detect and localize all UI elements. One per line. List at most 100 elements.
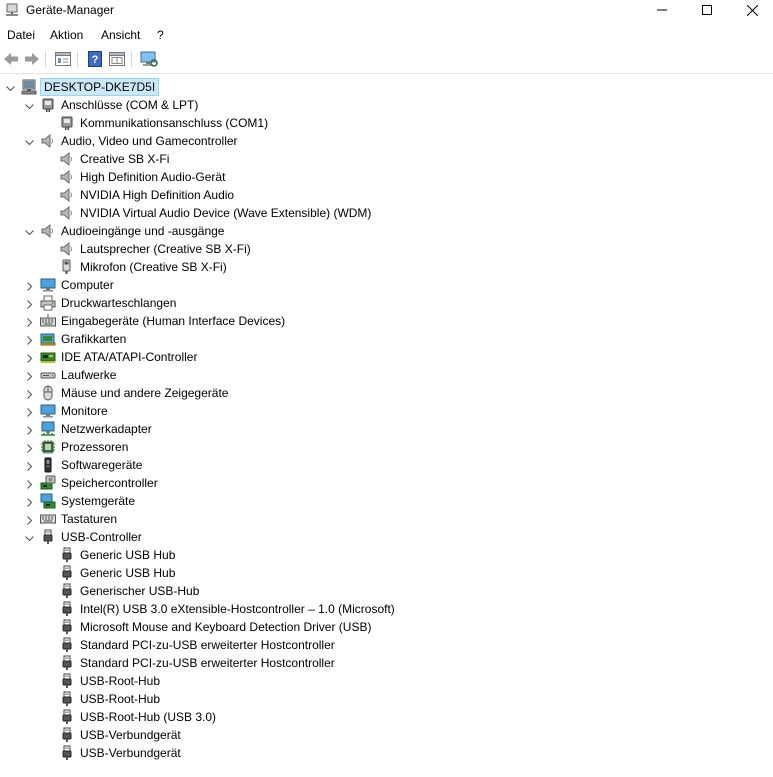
tree-category-item[interactable]: Eingabegeräte (Human Interface Devices)	[0, 312, 773, 330]
monitor-icon	[40, 277, 56, 293]
chevron-right-icon[interactable]	[25, 406, 34, 417]
close-button[interactable]	[729, 0, 773, 20]
device-label: USB-Verbundgerät	[80, 728, 181, 742]
tree-category-item[interactable]: Audio, Video und Gamecontroller	[0, 132, 773, 150]
tree-device-item[interactable]: Generic USB Hub	[0, 564, 773, 582]
tree-device-item[interactable]: NVIDIA Virtual Audio Device (Wave Extens…	[0, 204, 773, 222]
action-pane-button[interactable]	[108, 50, 126, 68]
chevron-down-icon[interactable]	[6, 82, 15, 92]
help-book-icon: ?	[88, 51, 102, 67]
tree-device-item[interactable]: Intel(R) USB 3.0 eXtensible-Hostcontroll…	[0, 600, 773, 618]
microphone-icon	[59, 259, 75, 275]
category-label: Laufwerke	[61, 368, 117, 382]
chevron-right-icon[interactable]	[25, 496, 34, 507]
tree-device-item[interactable]: Standard PCI-zu-USB erweiterter Hostcont…	[0, 654, 773, 672]
tree-category-item[interactable]: Tastaturen	[0, 510, 773, 528]
tree-device-item[interactable]: USB-Root-Hub	[0, 672, 773, 690]
computer-root-icon	[21, 79, 37, 95]
speaker-icon	[59, 187, 75, 203]
tree-device-item[interactable]: Standard PCI-zu-USB erweiterter Hostcont…	[0, 636, 773, 654]
usb-icon	[59, 727, 75, 743]
tree-category-item[interactable]: Speichercontroller	[0, 474, 773, 492]
tree-device-item[interactable]: High Definition Audio-Gerät	[0, 168, 773, 186]
tree-category-item[interactable]: Systemgeräte	[0, 492, 773, 510]
chevron-down-icon[interactable]	[25, 226, 34, 236]
forward-button[interactable]	[23, 50, 41, 68]
toolbar-separator	[131, 51, 132, 67]
toolbar: ?	[0, 48, 773, 72]
chevron-right-icon[interactable]	[25, 424, 34, 435]
tree-device-item[interactable]: Mikrofon (Creative SB X-Fi)	[0, 258, 773, 276]
tree-device-item[interactable]: Kommunikationsanschluss (COM1)	[0, 114, 773, 132]
tree-device-item[interactable]: NVIDIA High Definition Audio	[0, 186, 773, 204]
speaker-icon	[59, 169, 75, 185]
chevron-right-icon[interactable]	[25, 280, 34, 291]
chevron-right-icon[interactable]	[25, 514, 34, 525]
tree-device-item[interactable]: USB-Root-Hub	[0, 690, 773, 708]
device-label: Generischer USB-Hub	[80, 584, 200, 598]
tree-category-item[interactable]: Laufwerke	[0, 366, 773, 384]
category-label: USB-Controller	[61, 530, 142, 544]
tree-device-item[interactable]: Microsoft Mouse and Keyboard Detection D…	[0, 618, 773, 636]
menu-datei[interactable]: Datei	[7, 28, 35, 42]
category-label: Computer	[61, 278, 114, 292]
device-label: Kommunikationsanschluss (COM1)	[80, 116, 269, 130]
tree-category-item[interactable]: Anschlüsse (COM & LPT)	[0, 96, 773, 114]
chevron-right-icon[interactable]	[25, 442, 34, 453]
tree-category-item[interactable]: Computer	[0, 276, 773, 294]
svg-text:?: ?	[92, 54, 99, 66]
chevron-down-icon[interactable]	[25, 136, 34, 146]
help-button[interactable]: ?	[86, 50, 104, 68]
tree-device-item[interactable]: Lautsprecher (Creative SB X-Fi)	[0, 240, 773, 258]
monitor-icon	[40, 403, 56, 419]
chevron-down-icon[interactable]	[25, 100, 34, 110]
category-label: Mäuse und andere Zeigegeräte	[61, 386, 229, 400]
tree-device-item[interactable]: USB-Root-Hub (USB 3.0)	[0, 708, 773, 726]
tree-device-item[interactable]: USB-Verbundgerät	[0, 726, 773, 744]
tree-category-item[interactable]: Grafikkarten	[0, 330, 773, 348]
tree-device-item[interactable]: USB-Verbundgerät	[0, 744, 773, 762]
tree-device-item[interactable]: Generischer USB-Hub	[0, 582, 773, 600]
category-label: Prozessoren	[61, 440, 129, 454]
tree-root-item[interactable]: DESKTOP-DKE7D5I	[0, 78, 773, 96]
tree-device-item[interactable]: Creative SB X-Fi	[0, 150, 773, 168]
speaker-icon	[59, 241, 75, 257]
tree-category-item[interactable]: Netzwerkadapter	[0, 420, 773, 438]
menu-ansicht[interactable]: Ansicht	[101, 28, 140, 42]
category-label: Audioeingänge und -ausgänge	[61, 224, 225, 238]
device-label: Standard PCI-zu-USB erweiterter Hostcont…	[80, 656, 335, 670]
menu-aktion[interactable]: Aktion	[50, 28, 83, 42]
chevron-right-icon[interactable]	[25, 478, 34, 489]
device-label: Microsoft Mouse and Keyboard Detection D…	[80, 620, 372, 634]
chevron-right-icon[interactable]	[25, 388, 34, 399]
device-manager-app-icon	[5, 3, 19, 17]
device-label: USB-Root-Hub	[80, 674, 161, 688]
back-button[interactable]	[2, 50, 20, 68]
tree-category-item[interactable]: Audioeingänge und -ausgänge	[0, 222, 773, 240]
speaker-icon	[59, 151, 75, 167]
tree-category-item[interactable]: Druckwarteschlangen	[0, 294, 773, 312]
tree-category-item[interactable]: Mäuse und andere Zeigegeräte	[0, 384, 773, 402]
toolbar-separator	[77, 51, 78, 67]
tree-device-item[interactable]: Generic USB Hub	[0, 546, 773, 564]
tree-category-item[interactable]: IDE ATA/ATAPI-Controller	[0, 348, 773, 366]
properties-view-button[interactable]	[54, 50, 72, 68]
chevron-right-icon[interactable]	[25, 334, 34, 345]
chevron-right-icon[interactable]	[25, 460, 34, 471]
menu-help[interactable]: ?	[157, 28, 164, 42]
storage-controller-icon	[40, 475, 56, 491]
keyboard-hid-icon	[40, 313, 56, 329]
tree-category-item[interactable]: USB-Controller	[0, 528, 773, 546]
scan-hardware-button[interactable]	[140, 50, 158, 68]
maximize-button[interactable]	[684, 0, 730, 20]
tree-category-item[interactable]: Prozessoren	[0, 438, 773, 456]
usb-icon	[59, 709, 75, 725]
chevron-right-icon[interactable]	[25, 298, 34, 309]
minimize-button[interactable]	[639, 0, 685, 20]
chevron-down-icon[interactable]	[25, 532, 34, 542]
tree-category-item[interactable]: Softwaregeräte	[0, 456, 773, 474]
chevron-right-icon[interactable]	[25, 316, 34, 327]
chevron-right-icon[interactable]	[25, 352, 34, 363]
chevron-right-icon[interactable]	[25, 370, 34, 381]
tree-category-item[interactable]: Monitore	[0, 402, 773, 420]
